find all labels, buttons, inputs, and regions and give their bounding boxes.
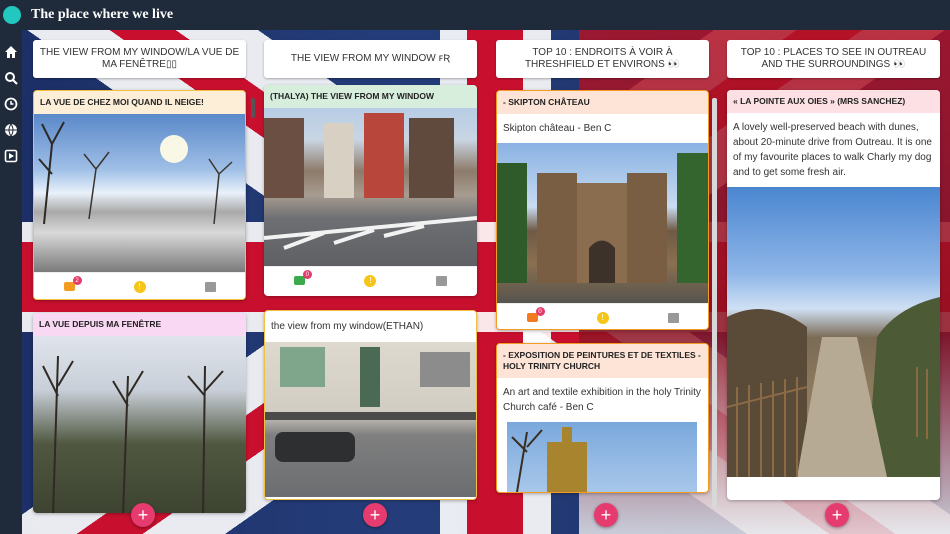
post-image[interactable] (33, 336, 246, 513)
post-image[interactable] (497, 143, 708, 303)
column-header: THE VIEW FROM MY WINDOW/LA VUE DE MA FEN… (33, 40, 246, 78)
scrollbar[interactable] (712, 98, 717, 508)
reaction-icon[interactable]: ! (596, 311, 609, 324)
reaction-icon[interactable]: ! (364, 274, 377, 287)
image-icon[interactable] (204, 281, 216, 292)
globe-icon[interactable] (3, 122, 19, 138)
column: TOP 10 : PLACES TO SEE IN OUTREAU AND TH… (727, 40, 940, 500)
post-image[interactable] (727, 187, 940, 477)
sidebar (0, 30, 22, 534)
column: TOP 10 : ENDROITS À VOIR À THRESHFIELD E… (496, 40, 717, 508)
add-post-button[interactable]: + (825, 503, 849, 527)
comment-count-badge: 0 (302, 270, 312, 279)
add-post-button[interactable]: + (131, 503, 155, 527)
comment-count-badge: 0 (535, 307, 545, 316)
post-card[interactable]: - EXPOSITION DE PEINTURES ET DE TEXTILES… (496, 343, 709, 493)
comment-icon[interactable]: 0 (526, 307, 545, 322)
post-text: An art and textile exhibition in the hol… (503, 387, 701, 413)
column: THE VIEW FROM MY WINDOW ꜰʀ (THALYA) THE … (264, 40, 477, 500)
board-title: The place where we live (31, 7, 174, 22)
home-icon[interactable] (3, 44, 19, 60)
post-image[interactable] (265, 342, 476, 497)
post-actions: 0 ! (264, 266, 477, 294)
image-icon[interactable] (667, 312, 679, 323)
column-header: TOP 10 : ENDROITS À VOIR À THRESHFIELD E… (496, 40, 709, 78)
post-card[interactable]: LA VUE DE CHEZ MOI QUAND IL NEIGE! 2 ! (33, 90, 246, 300)
reaction-icon[interactable]: ! (133, 280, 146, 293)
comment-count-badge: 2 (72, 276, 82, 285)
top-bar: The place where we live (0, 0, 950, 30)
comment-icon[interactable]: 2 (63, 276, 82, 291)
post-title: « LA POINTE AUX OIES » (MRS SANCHEZ) (727, 90, 940, 113)
post-card[interactable]: - SKIPTON CHÂTEAU Skipton château - Ben … (496, 90, 709, 330)
add-post-button[interactable]: + (363, 503, 387, 527)
clock-icon[interactable] (3, 96, 19, 112)
column: THE VIEW FROM MY WINDOW/LA VUE DE MA FEN… (33, 40, 255, 513)
column-header: THE VIEW FROM MY WINDOW ꜰʀ (264, 40, 477, 78)
post-text: the view from my window(ETHAN) (271, 321, 424, 332)
scrollbar[interactable] (251, 98, 255, 118)
post-title: - EXPOSITION DE PEINTURES ET DE TEXTILES… (497, 344, 708, 378)
comment-icon[interactable]: 0 (293, 270, 312, 285)
post-title: LA VUE DE CHEZ MOI QUAND IL NEIGE! (34, 91, 245, 114)
search-icon[interactable] (3, 70, 19, 86)
post-image[interactable] (264, 108, 477, 266)
post-actions: 2 ! (34, 272, 245, 299)
column-header: TOP 10 : PLACES TO SEE IN OUTREAU AND TH… (727, 40, 940, 78)
post-title: (THALYA) THE VIEW FROM MY WINDOW (264, 85, 477, 108)
post-title: - SKIPTON CHÂTEAU (497, 91, 708, 114)
post-card[interactable]: the view from my window(ETHAN) (264, 310, 477, 500)
post-card[interactable]: (THALYA) THE VIEW FROM MY WINDOW 0 ! (264, 85, 477, 296)
post-card[interactable]: « LA POINTE AUX OIES » (MRS SANCHEZ) A l… (727, 90, 940, 500)
post-image[interactable] (34, 114, 245, 272)
image-icon[interactable] (436, 275, 448, 286)
app-logo[interactable] (3, 6, 21, 24)
present-icon[interactable] (3, 148, 19, 164)
add-post-button[interactable]: + (594, 503, 618, 527)
post-text: Skipton château - Ben C (503, 123, 612, 134)
post-title: LA VUE DEPUIS MA FENÊTRE (33, 313, 246, 336)
post-card[interactable]: LA VUE DEPUIS MA FENÊTRE (33, 313, 246, 513)
post-image[interactable] (507, 422, 697, 492)
post-text: A lovely well-preserved beach with dunes… (733, 122, 932, 178)
post-actions: 0 ! (497, 303, 708, 329)
